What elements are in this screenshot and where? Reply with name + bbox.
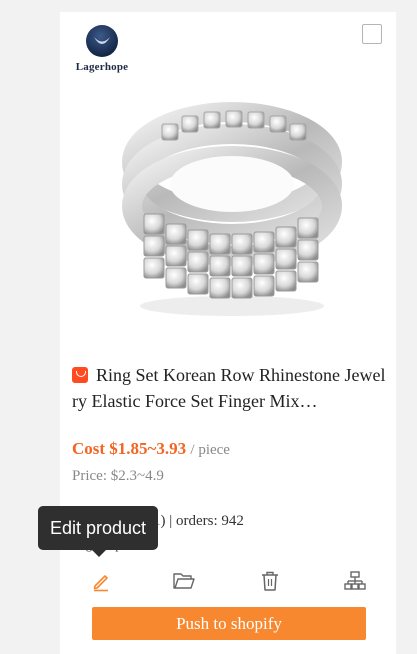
sitemap-icon	[344, 571, 366, 590]
brand-logo: Lagerhope	[68, 24, 136, 73]
price-value: Price: $2.3~4.9	[72, 468, 164, 484]
edit-product-tooltip: Edit product	[38, 506, 159, 557]
folder-open-icon	[173, 573, 195, 589]
cost-unit: / piece	[190, 442, 230, 458]
edit-product-button[interactable]	[88, 568, 114, 594]
product-card: Lagerhope Ring Set Korean Row Rhinestone…	[60, 12, 396, 654]
product-title[interactable]: Ring Set Korean Row Rhinestone Jewelry E…	[72, 362, 388, 414]
brand-name: Lagerhope	[75, 61, 129, 73]
push-to-shopify-button[interactable]: Push to shopify	[92, 607, 366, 640]
orders-count: orders: 942	[175, 513, 244, 529]
product-image[interactable]	[114, 84, 350, 328]
product-title-text[interactable]: Ring Set Korean Row Rhinestone Jewelry E…	[72, 365, 385, 411]
action-bar	[60, 568, 396, 594]
aliexpress-store-icon	[72, 367, 88, 383]
trash-icon	[262, 571, 278, 591]
cost-row: Cost $1.85~3.93 / piece	[72, 439, 230, 459]
cost-value: Cost $1.85~3.93	[72, 439, 187, 458]
lagerhope-logo-icon	[86, 25, 118, 57]
pencil-icon	[93, 575, 108, 592]
variants-mapping-button[interactable]	[342, 568, 368, 594]
rating-separator: |	[169, 513, 173, 529]
delete-button[interactable]	[257, 568, 283, 594]
select-checkbox[interactable]	[362, 24, 382, 44]
open-folder-button[interactable]	[171, 568, 197, 594]
